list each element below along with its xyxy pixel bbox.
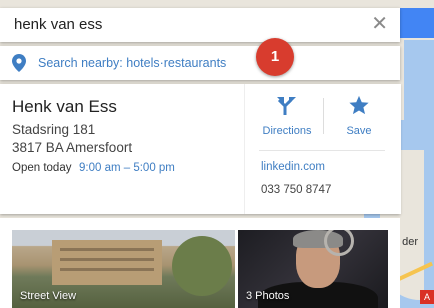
save-label: Save (346, 125, 372, 137)
hours-label: Open today (12, 162, 72, 174)
place-name: Henk van Ess (12, 97, 117, 116)
magnifier-image (324, 230, 354, 256)
phone-number[interactable]: 033 750 8747 (261, 184, 331, 196)
map-search-button-edge[interactable] (400, 8, 434, 38)
tree-image (172, 236, 232, 296)
search-nearby-suggestion[interactable]: Search nearby: hotels·restaurants (0, 46, 400, 80)
directions-label: Directions (262, 125, 312, 137)
street-view-thumbnail[interactable]: Street View (12, 230, 235, 308)
street-view-caption: Street View (20, 290, 77, 302)
location-pin-icon (12, 54, 26, 77)
directions-button[interactable]: Directions (255, 94, 319, 137)
website-link[interactable]: linkedin.com (261, 161, 325, 173)
map-water (404, 40, 434, 130)
divider (259, 150, 385, 151)
step-number-badge: 1 (256, 38, 294, 76)
save-button[interactable]: Save (329, 94, 389, 137)
directions-icon (276, 97, 298, 120)
search-box[interactable]: henk van ess ✕ (0, 8, 400, 42)
star-icon (348, 95, 370, 120)
search-input[interactable]: henk van ess (14, 16, 102, 33)
place-info: Henk van Ess Stadsring 181 3817 BA Amers… (0, 84, 244, 214)
address-line-2: 3817 BA Amersfoort (12, 140, 133, 155)
map-marker-badge[interactable]: A (420, 290, 434, 304)
building-image (52, 240, 162, 285)
place-card: Henk van Ess Stadsring 181 3817 BA Amers… (0, 84, 401, 214)
hours-value[interactable]: 9:00 am – 5:00 pm (79, 162, 175, 174)
place-actions: Directions Save linkedin.com 033 750 874… (244, 84, 401, 214)
photo-strip: Street View 3 Photos (0, 218, 400, 308)
search-nearby-label[interactable]: Search nearby: hotels·restaurants (38, 56, 226, 70)
address-line-1: Stadsring 181 (12, 122, 96, 137)
map-label: der (402, 236, 418, 248)
photos-thumbnail[interactable]: 3 Photos (238, 230, 388, 308)
photos-caption: 3 Photos (246, 290, 290, 302)
close-icon[interactable]: ✕ (371, 14, 388, 34)
action-divider (323, 98, 324, 134)
